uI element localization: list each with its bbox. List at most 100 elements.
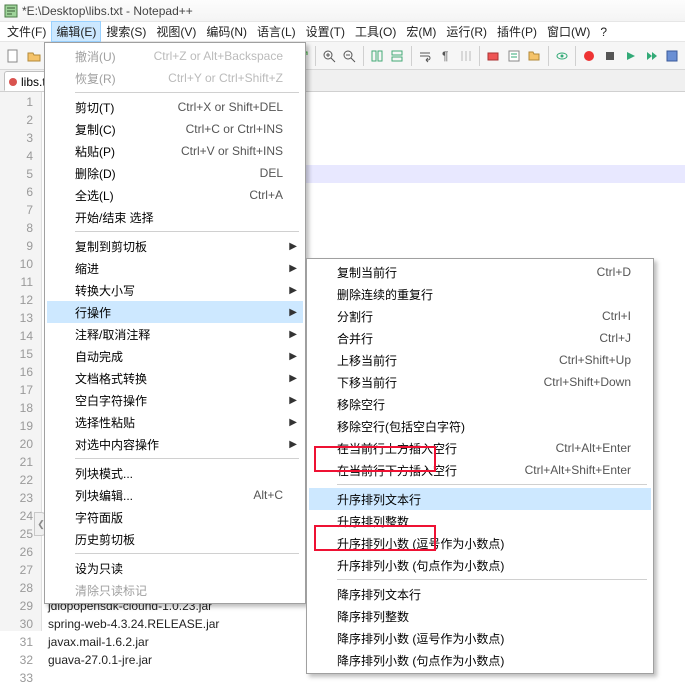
menu-entry[interactable]: 对选中内容操作▶ — [47, 433, 303, 455]
menu-entry[interactable]: 在当前行下方插入空行Ctrl+Alt+Shift+Enter — [309, 459, 651, 481]
zoom-out-icon[interactable] — [340, 45, 359, 67]
menu-entry[interactable]: 文档格式转换▶ — [47, 367, 303, 389]
menu-entry[interactable]: 自动完成 ▶ — [47, 345, 303, 367]
menu-entry[interactable]: 分割行Ctrl+I — [309, 305, 651, 327]
sync-v-icon[interactable] — [367, 45, 386, 67]
menu-item[interactable]: ? — [595, 23, 612, 41]
app-icon — [4, 4, 18, 18]
menu-item[interactable]: 搜索(S) — [101, 21, 151, 42]
menu-entry[interactable]: 降序排列小数 (句点作为小数点) — [309, 649, 651, 671]
menu-entry[interactable]: 复制(C)Ctrl+C or Ctrl+INS — [47, 118, 303, 140]
menu-item[interactable]: 视图(V) — [151, 21, 201, 42]
menu-entry[interactable]: 复制到剪切板▶ — [47, 235, 303, 257]
menu-entry-label: 粘贴(P) — [75, 143, 115, 160]
menu-entry[interactable]: 降序排列文本行 — [309, 583, 651, 605]
function-list-icon[interactable] — [505, 45, 524, 67]
menu-item[interactable]: 编辑(E) — [51, 21, 101, 42]
menu-entry[interactable]: 缩进▶ — [47, 257, 303, 279]
menu-item[interactable]: 宏(M) — [401, 21, 441, 42]
monitor-icon[interactable] — [553, 45, 572, 67]
menu-entry-label: 升序排列整数 — [337, 513, 409, 530]
menu-entry[interactable]: 空白字符操作▶ — [47, 389, 303, 411]
menu-entry[interactable]: 粘贴(P)Ctrl+V or Shift+INS — [47, 140, 303, 162]
menu-entry[interactable]: 上移当前行Ctrl+Shift+Up — [309, 349, 651, 371]
show-all-chars-icon[interactable]: ¶ — [436, 45, 455, 67]
menu-entry-label: 降序排列小数 (句点作为小数点) — [337, 652, 504, 669]
menu-entry[interactable]: 复制当前行Ctrl+D — [309, 261, 651, 283]
menu-item[interactable]: 窗口(W) — [542, 21, 595, 42]
menu-shortcut: Ctrl+C or Ctrl+INS — [186, 122, 283, 136]
menu-entry[interactable]: 列块模式... — [47, 462, 303, 484]
record-macro-icon[interactable] — [580, 45, 599, 67]
menu-entry[interactable]: 剪切(T)Ctrl+X or Shift+DEL — [47, 96, 303, 118]
menu-shortcut: Ctrl+D — [597, 265, 631, 279]
menu-entry[interactable]: 删除连续的重复行 — [309, 283, 651, 305]
menu-item[interactable]: 文件(F) — [2, 21, 51, 42]
menu-entry-label: 清除只读标记 — [75, 582, 147, 599]
stop-macro-icon[interactable] — [600, 45, 619, 67]
menu-entry[interactable]: 开始/结束 选择 — [47, 206, 303, 228]
menu-entry[interactable]: 行操作▶ — [47, 301, 303, 323]
menu-entry-label: 降序排列文本行 — [337, 586, 421, 603]
menu-entry[interactable]: 字符面版 — [47, 506, 303, 528]
menu-entry-label: 自动完成 — [75, 348, 123, 365]
menu-entry[interactable]: 升序排列文本行 — [309, 488, 651, 510]
toolbar-separator — [411, 46, 412, 66]
submenu-arrow-icon: ▶ — [289, 351, 297, 362]
menu-separator — [75, 231, 299, 232]
submenu-arrow-icon: ▶ — [289, 417, 297, 428]
menu-item[interactable]: 插件(P) — [492, 21, 542, 42]
menu-entry[interactable]: 移除空行(包括空白字符) — [309, 415, 651, 437]
menu-entry[interactable]: 升序排列小数 (句点作为小数点) — [309, 554, 651, 576]
edit-menu-dropdown: 撤消(U)Ctrl+Z or Alt+Backspace恢复(R)Ctrl+Y … — [44, 42, 306, 604]
menu-item[interactable]: 工具(O) — [350, 21, 401, 42]
play-multi-icon[interactable] — [642, 45, 661, 67]
menu-entry[interactable]: 合并行Ctrl+J — [309, 327, 651, 349]
save-macro-icon[interactable] — [662, 45, 681, 67]
menu-entry-label: 升序排列小数 (逗号作为小数点) — [337, 535, 504, 552]
menu-entry[interactable]: 移除空行 — [309, 393, 651, 415]
menu-item[interactable]: 设置(T) — [301, 21, 350, 42]
menu-shortcut: Ctrl+Shift+Up — [559, 353, 631, 367]
lang-icon[interactable] — [484, 45, 503, 67]
menu-entry[interactable]: 在当前行上方插入空行Ctrl+Alt+Enter — [309, 437, 651, 459]
menu-separator — [75, 553, 299, 554]
folder-tree-icon[interactable] — [525, 45, 544, 67]
menu-item[interactable]: 语言(L) — [252, 21, 301, 42]
menu-entry[interactable]: 注释/取消注释▶ — [47, 323, 303, 345]
open-file-icon[interactable] — [25, 45, 44, 67]
menu-entry: 恢复(R)Ctrl+Y or Ctrl+Shift+Z — [47, 67, 303, 89]
menu-entry[interactable]: 全选(L)Ctrl+A — [47, 184, 303, 206]
submenu-arrow-icon: ▶ — [289, 263, 297, 274]
toolbar-separator — [548, 46, 549, 66]
play-macro-icon[interactable] — [621, 45, 640, 67]
sync-h-icon[interactable] — [388, 45, 407, 67]
menu-entry[interactable]: 历史剪切板 — [47, 528, 303, 550]
indent-guide-icon[interactable] — [457, 45, 476, 67]
wordwrap-icon[interactable] — [415, 45, 434, 67]
menu-entry[interactable]: 列块编辑...Alt+C — [47, 484, 303, 506]
menu-separator — [75, 458, 299, 459]
menu-entry-label: 在当前行上方插入空行 — [337, 440, 457, 457]
menu-entry[interactable]: 升序排列小数 (逗号作为小数点) — [309, 532, 651, 554]
menu-entry[interactable]: 选择性粘贴 ▶ — [47, 411, 303, 433]
menu-entry-label: 撤消(U) — [75, 48, 116, 65]
menu-entry[interactable]: 降序排列小数 (逗号作为小数点) — [309, 627, 651, 649]
menu-entry: 清除只读标记 — [47, 579, 303, 601]
menu-entry[interactable]: 转换大小写▶ — [47, 279, 303, 301]
menu-entry[interactable]: 升序排列整数 — [309, 510, 651, 532]
menu-entry-label: 剪切(T) — [75, 99, 114, 116]
menu-item[interactable]: 运行(R) — [441, 21, 492, 42]
menu-entry[interactable]: 降序排列整数 — [309, 605, 651, 627]
menu-bar: 文件(F)编辑(E)搜索(S)视图(V)编码(N)语言(L)设置(T)工具(O)… — [0, 22, 685, 42]
menu-entry-label: 选择性粘贴 — [75, 414, 135, 431]
menu-entry-label: 注释/取消注释 — [75, 326, 150, 343]
menu-entry[interactable]: 设为只读 — [47, 557, 303, 579]
menu-item[interactable]: 编码(N) — [201, 21, 252, 42]
new-file-icon[interactable] — [4, 45, 23, 67]
menu-entry[interactable]: 删除(D)DEL — [47, 162, 303, 184]
submenu-arrow-icon: ▶ — [289, 241, 297, 252]
toolbar-separator — [315, 46, 316, 66]
zoom-in-icon[interactable] — [319, 45, 338, 67]
menu-entry[interactable]: 下移当前行Ctrl+Shift+Down — [309, 371, 651, 393]
